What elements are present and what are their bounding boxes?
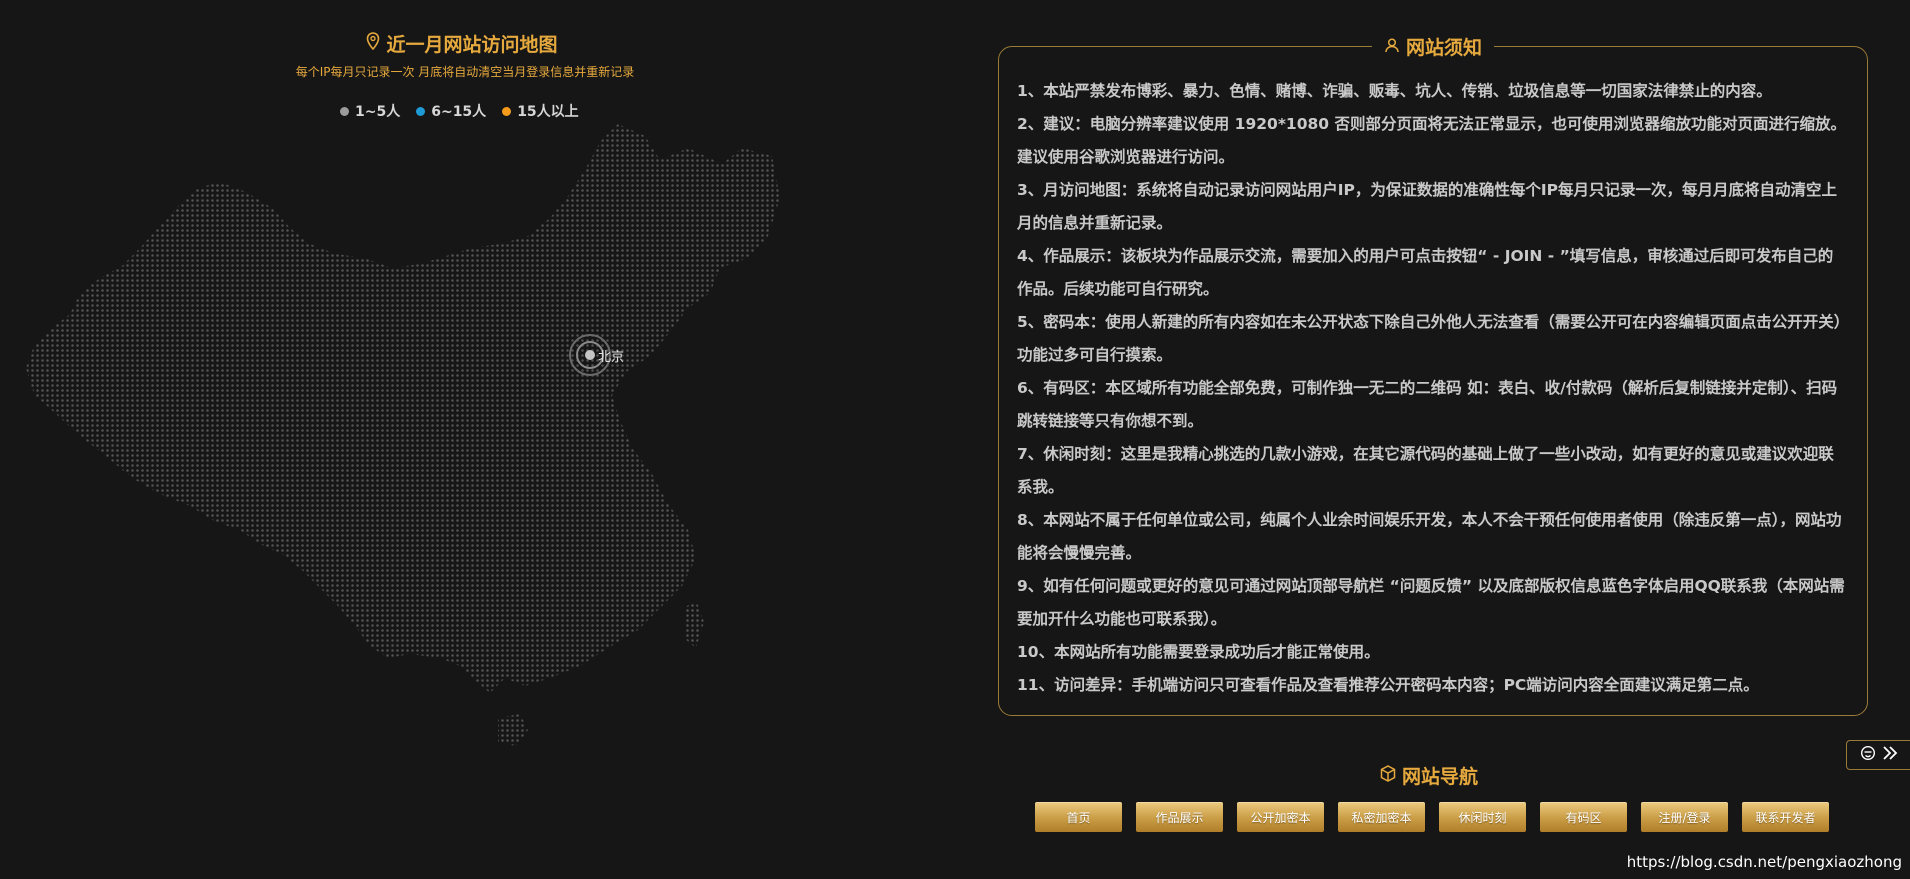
- nav-button-qrcode[interactable]: 有码区: [1540, 802, 1627, 832]
- nav-button-works[interactable]: 作品展示: [1136, 802, 1223, 832]
- notice-item: 2、建议：电脑分辨率建议使用 1920*1080 否则部分页面将无法正常显示，也…: [1017, 115, 1846, 166]
- beijing-label: 北京: [598, 350, 625, 365]
- notice-item: 4、作品展示：该板块为作品展示交流，需要加入的用户可点击按钮“ - JOIN -…: [1017, 247, 1834, 298]
- notice-panel: 网站须知 1、本站严禁发布博彩、暴力、色情、赌博、诈骗、贩毒、坑人、传销、垃圾信…: [998, 33, 1868, 716]
- nav-button-private-notebook[interactable]: 私密加密本: [1338, 802, 1425, 832]
- user-icon: [1384, 36, 1400, 58]
- notice-title: 网站须知: [1371, 33, 1495, 60]
- watermark: https://blog.csdn.net/pengxiaozhong: [1626, 853, 1902, 871]
- notice-item: 11、访问差异：手机端访问只可查看作品及查看推荐公开密码本内容；PC端访问内容全…: [1017, 676, 1759, 694]
- double-chevron-right-icon: [1882, 745, 1898, 765]
- map-header: 近一月网站访问地图 每个IP每月只记录一次 月底将自动清空当月登录信息并重新记录: [240, 30, 690, 80]
- cube-icon: [1380, 764, 1396, 787]
- nav-button-contact[interactable]: 联系开发者: [1742, 802, 1829, 832]
- notice-item: 6、有码区：本区域所有功能全部免费，可制作独一无二的二维码 如：表白、收/付款码…: [1017, 379, 1838, 430]
- notice-item: 1、本站严禁发布博彩、暴力、色情、赌博、诈骗、贩毒、坑人、传销、垃圾信息等一切国…: [1017, 82, 1772, 100]
- legend-dot: [416, 106, 426, 116]
- nav-title-text: 网站导航: [1402, 766, 1479, 788]
- nav-button-login[interactable]: 注册/登录: [1641, 802, 1728, 832]
- nav-title: 网站导航: [1380, 762, 1478, 789]
- nav-button-home[interactable]: 首页: [1035, 802, 1122, 832]
- notice-item: 3、月访问地图：系统将自动记录访问网站用户IP，为保证数据的准确性每个IP每月只…: [1017, 181, 1838, 232]
- notice-item: 9、如有任何问题或更好的意见可通过网站顶部导航栏 “问题反馈” 以及底部版权信息…: [1017, 577, 1845, 628]
- notice-item: 8、本网站不属于任何单位或公司，纯属个人业余时间娱乐开发，本人不会干预任何使用者…: [1017, 511, 1842, 562]
- legend-dot: [502, 106, 512, 116]
- map-title: 近一月网站访问地图: [240, 30, 690, 57]
- nav-button-public-notebook[interactable]: 公开加密本: [1237, 802, 1324, 832]
- notice-item: 7、休闲时刻：这里是我精心挑选的几款小游戏，在其它源代码的基础上做了一些小改动，…: [1017, 445, 1834, 496]
- notice-item: 10、本网站所有功能需要登录成功后才能正常使用。: [1017, 643, 1380, 661]
- nav-buttons: 首页 作品展示 公开加密本 私密加密本 休闲时刻 有码区 注册/登录 联系开发者: [1035, 802, 1829, 832]
- notice-list: 1、本站严禁发布博彩、暴力、色情、赌博、诈骗、贩毒、坑人、传销、垃圾信息等一切国…: [999, 47, 1867, 702]
- china-map-shape: [26, 124, 780, 693]
- side-panel-toggle[interactable]: [1846, 740, 1910, 770]
- notice-item: 5、密码本：使用人新建的所有内容如在未公开状态下除自己外他人无法查看（需要公开可…: [1017, 313, 1842, 364]
- legend-dot: [340, 106, 349, 116]
- face-icon: [1860, 745, 1876, 765]
- map-title-text: 近一月网站访问地图: [386, 34, 558, 56]
- notice-title-text: 网站须知: [1405, 37, 1483, 59]
- map-subtitle: 每个IP每月只记录一次 月底将自动清空当月登录信息并重新记录: [295, 65, 635, 79]
- nav-button-leisure[interactable]: 休闲时刻: [1439, 802, 1526, 832]
- location-pin-icon: [366, 32, 380, 55]
- china-map[interactable]: [20, 118, 790, 758]
